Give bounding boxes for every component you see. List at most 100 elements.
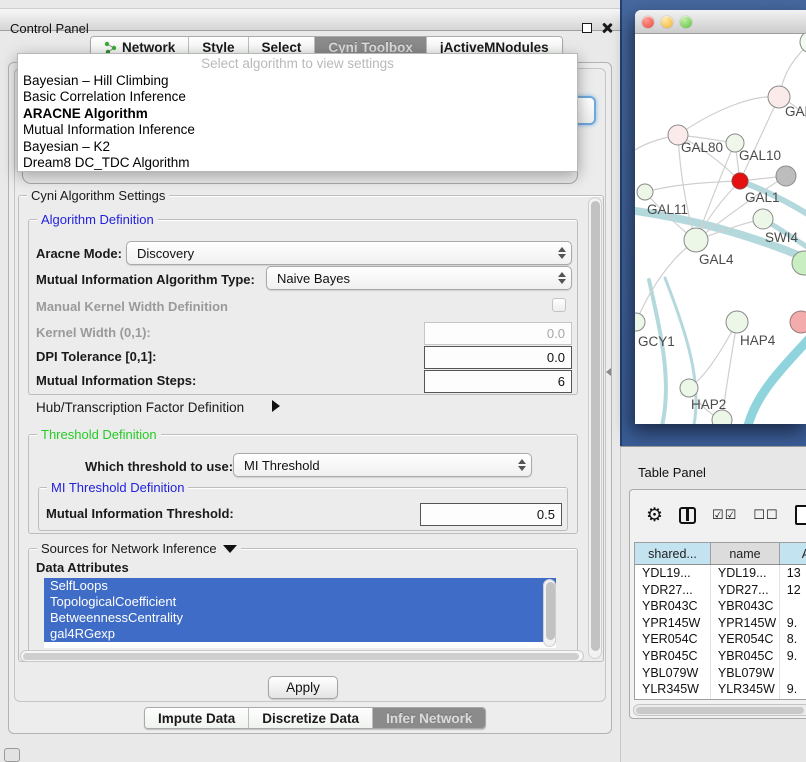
node-label: HAP4: [740, 333, 776, 348]
table-row[interactable]: YBR043CYBR043C: [635, 598, 806, 615]
table-row[interactable]: YIL052CYIL052C9: [635, 698, 806, 700]
bottom-tab-label: Discretize Data: [262, 711, 359, 726]
table-row[interactable]: YBR045CYBR045C9.: [635, 648, 806, 665]
network-node-swi4[interactable]: [753, 209, 773, 229]
attr-list-scrollbar[interactable]: [543, 579, 556, 647]
window-zoom-icon[interactable]: [680, 16, 692, 28]
expander-right-icon[interactable]: [272, 400, 280, 412]
window-minimize-icon[interactable]: [661, 16, 673, 28]
network-node-gal4[interactable]: [684, 228, 708, 252]
table-row[interactable]: YDR27...YDR27...12: [635, 582, 806, 599]
mi-type-combo[interactable]: Naive Bayes: [266, 266, 572, 290]
table-cell: YBR045C: [711, 648, 780, 665]
settings-horizontal-thumb[interactable]: [23, 653, 579, 660]
data-attribute-item[interactable]: TopologicalCoefficient: [44, 594, 556, 610]
bottom-tab-infer-network[interactable]: Infer Network: [373, 708, 485, 728]
manual-kernel-checkbox[interactable]: [552, 298, 566, 312]
algorithm-option[interactable]: Dream8 DC_TDC Algorithm: [18, 155, 577, 171]
column-header[interactable]: name: [711, 543, 780, 564]
data-attribute-item[interactable]: BetweennessCentrality: [44, 610, 556, 626]
network-node-gal11[interactable]: [637, 184, 653, 200]
bottom-tab-impute-data[interactable]: Impute Data: [145, 708, 249, 728]
data-attribute-item[interactable]: SelfLoops: [44, 578, 556, 594]
close-icon[interactable]: [601, 22, 612, 33]
network-edge[interactable]: [649, 280, 666, 424]
gear-icon[interactable]: ⚙: [646, 506, 663, 525]
mi-steps-label: Mutual Information Steps:: [36, 373, 196, 388]
network-window-titlebar[interactable]: [635, 10, 806, 34]
apply-button[interactable]: Apply: [268, 676, 338, 699]
table-cell: 12: [780, 582, 806, 599]
window-close-icon[interactable]: [642, 16, 654, 28]
combo-stepper-icon: [553, 242, 571, 264]
network-node-gal1[interactable]: [732, 173, 748, 189]
algorithm-option[interactable]: Basic Correlation Inference: [18, 89, 577, 105]
network-node-hap4[interactable]: [726, 311, 748, 333]
table-horizontal-scrollbar[interactable]: [633, 704, 806, 716]
column-layout-icon[interactable]: [679, 507, 696, 524]
corner-grip-icon[interactable]: [4, 748, 20, 762]
sources-title-text[interactable]: Sources for Network Inference: [41, 541, 217, 556]
table-row[interactable]: YPR145WYPR145W9.: [635, 615, 806, 632]
settings-vertical-thumb[interactable]: [591, 201, 600, 651]
network-canvas[interactable]: GALGAL80GAL10GAL1GAL11SWI4GAL4GCY1HAP4YH…: [635, 34, 806, 424]
table-row[interactable]: YER054CYER054C8.: [635, 631, 806, 648]
network-node-y[interactable]: [790, 311, 806, 333]
aracne-mode-combo[interactable]: Discovery: [126, 241, 572, 265]
node-label: GAL10: [739, 148, 781, 163]
network-node[interactable]: [712, 410, 732, 424]
network-graph[interactable]: GALGAL80GAL10GAL1GAL11SWI4GAL4GCY1HAP4YH…: [635, 34, 806, 424]
table-cell: YIL052C: [711, 698, 780, 700]
table-cell: 13: [780, 565, 806, 582]
algorithm-option[interactable]: Bayesian – Hill Climbing: [18, 73, 577, 89]
bottom-tab-discretize-data[interactable]: Discretize Data: [249, 708, 373, 728]
settings-horizontal-scrollbar[interactable]: [20, 650, 584, 662]
kernel-width-label: Kernel Width (0,1):: [36, 325, 151, 340]
column-header[interactable]: shared...: [635, 543, 711, 564]
network-node[interactable]: [800, 34, 806, 53]
mi-threshold-field[interactable]: [420, 503, 562, 526]
algorithm-option[interactable]: Bayesian – K2: [18, 139, 577, 155]
network-node[interactable]: [776, 166, 796, 186]
column-header[interactable]: A: [780, 543, 806, 564]
data-attribute-item[interactable]: gal4RGexp: [44, 626, 556, 642]
data-attributes-list[interactable]: SelfLoopsTopologicalCoefficientBetweenne…: [44, 578, 556, 648]
document-icon[interactable]: [795, 505, 806, 525]
table-cell: YPR145W: [711, 615, 780, 632]
kernel-width-field[interactable]: [424, 322, 572, 345]
table-cell: 8.: [780, 631, 806, 648]
network-edge[interactable]: [689, 322, 737, 388]
table-horizontal-thumb[interactable]: [636, 707, 804, 714]
which-threshold-combo[interactable]: MI Threshold: [233, 453, 532, 477]
splitter-arrow-icon[interactable]: [606, 368, 611, 376]
table-row[interactable]: YBL079WYBL079W: [635, 665, 806, 682]
dpi-tolerance-field[interactable]: [424, 346, 572, 369]
expander-down-icon[interactable]: [223, 545, 237, 553]
float-icon[interactable]: [582, 23, 592, 33]
deselect-all-icon[interactable]: ☐☐: [753, 507, 778, 523]
select-all-icon[interactable]: ☑☑: [712, 507, 737, 523]
table-row[interactable]: YDL19...YDL19...13: [635, 565, 806, 582]
mi-threshold-group-title: MI Threshold Definition: [47, 480, 188, 495]
table-cell: YBR045C: [635, 648, 711, 665]
mi-steps-field[interactable]: [424, 370, 572, 393]
node-table[interactable]: shared...nameA YDL19...YDL19...13YDR27..…: [634, 542, 806, 700]
network-edge[interactable]: [645, 181, 740, 192]
network-node-hap2[interactable]: [680, 379, 698, 397]
table-cell: YDL19...: [711, 565, 780, 582]
mi-type-label: Mutual Information Algorithm Type:: [36, 272, 255, 287]
hub-expander-label[interactable]: Hub/Transcription Factor Definition: [36, 400, 244, 415]
algorithm-option[interactable]: ARACNE Algorithm: [18, 106, 577, 122]
attr-list-scroll-thumb[interactable]: [546, 582, 555, 640]
control-panel-titlebar: Control Panel: [0, 8, 620, 31]
settings-vertical-scrollbar[interactable]: [588, 197, 602, 659]
algorithm-option[interactable]: Mutual Information Inference: [18, 122, 577, 138]
table-cell: YDR27...: [635, 582, 711, 599]
combo-stepper-icon: [553, 267, 571, 289]
network-node-gcy1[interactable]: [635, 313, 645, 331]
algorithm-option-list: Bayesian – Hill ClimbingBasic Correlatio…: [18, 73, 577, 171]
table-row[interactable]: YLR345WYLR345W9.: [635, 681, 806, 698]
network-window[interactable]: GALGAL80GAL10GAL1GAL11SWI4GAL4GCY1HAP4YH…: [635, 10, 806, 424]
network-edge[interactable]: [740, 97, 779, 181]
table-cell: YER054C: [635, 631, 711, 648]
